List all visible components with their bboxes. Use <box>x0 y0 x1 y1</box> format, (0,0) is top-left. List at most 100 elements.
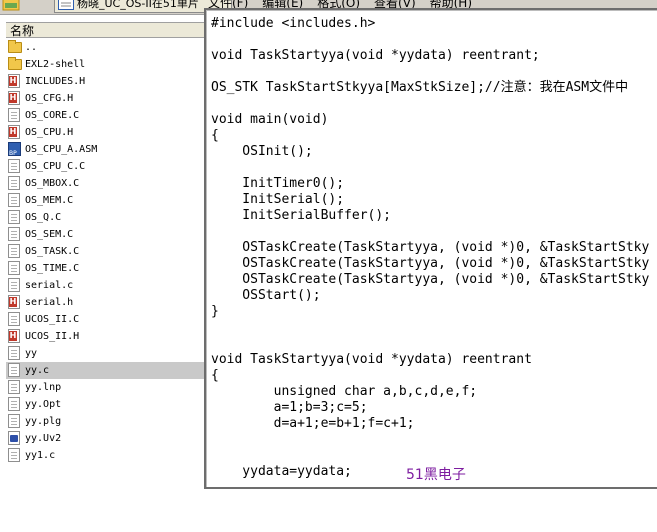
file-list-item[interactable]: OS_CPU_C.C <box>6 158 205 175</box>
file-name: OS_SEM.C <box>25 229 74 240</box>
code-line: #include <includes.h> <box>211 16 376 31</box>
code-line: OSInit(); <box>211 144 313 159</box>
code-line: InitSerial(); <box>211 192 345 207</box>
text-file-icon <box>8 380 20 394</box>
text-file-icon <box>8 261 20 275</box>
watermark-text: 51黑电子 <box>406 467 466 483</box>
file-name: yy <box>25 348 38 359</box>
text-file-icon <box>8 227 20 241</box>
file-name: OS_CFG.H <box>25 93 74 104</box>
text-file-icon <box>8 397 20 411</box>
asm-file-icon <box>8 142 21 162</box>
code-line: OSTaskCreate(TaskStartyya, (void *)0, &T… <box>211 256 650 271</box>
file-name: OS_CPU_C.C <box>25 161 86 172</box>
code-line: OS_STK TaskStartStkyya[MaxStkSize];//注意：… <box>211 80 629 95</box>
file-name: yy.lnp <box>25 382 62 393</box>
folder-icon <box>8 57 22 70</box>
file-name: serial.c <box>25 280 74 291</box>
file-name: OS_TASK.C <box>25 246 80 257</box>
file-list-item[interactable]: OS_Q.C <box>6 209 205 226</box>
code-line: { <box>211 368 219 383</box>
file-list-item[interactable]: yy.lnp <box>6 379 205 396</box>
text-file-icon <box>8 176 20 190</box>
file-list-item[interactable]: OS_CPU_A.ASM <box>6 141 205 162</box>
code-line: void main(void) <box>211 112 329 127</box>
text-file-icon <box>8 244 20 258</box>
file-list-item[interactable]: yy.Opt <box>6 396 205 413</box>
file-name: UCOS_II.C <box>25 314 80 325</box>
explorer-folder-icon[interactable] <box>2 0 20 12</box>
file-list-item[interactable]: OS_MBOX.C <box>6 175 205 192</box>
file-list-item[interactable]: yy.c <box>6 362 205 379</box>
file-list-item[interactable]: OS_CORE.C <box>6 107 205 124</box>
code-line: OSTaskCreate(TaskStartyya, (void *)0, &T… <box>211 240 650 255</box>
file-list-item[interactable]: OS_TIME.C <box>6 260 205 277</box>
code-line: } <box>211 304 219 319</box>
file-name: OS_CORE.C <box>25 110 80 121</box>
file-name: OS_CPU_A.ASM <box>25 144 98 155</box>
file-list-item[interactable]: INCLUDES.H <box>6 73 205 90</box>
file-name: OS_TIME.C <box>25 263 80 274</box>
code-line: d=a+1;e=b+1;f=c+1; <box>211 416 415 431</box>
text-file-icon <box>8 108 20 122</box>
code-line: void TaskStartyya(void *yydata) reentran… <box>211 48 540 63</box>
file-name: EXL2-shell <box>25 59 86 70</box>
file-list-item[interactable]: serial.c <box>6 277 205 294</box>
file-name: OS_Q.C <box>25 212 62 223</box>
text-file-icon <box>8 414 20 428</box>
file-list-item[interactable]: yy <box>6 345 205 362</box>
code-line: a=1;b=3;c=5; <box>211 400 368 415</box>
file-name: OS_MBOX.C <box>25 178 80 189</box>
header-file-icon <box>8 295 20 309</box>
file-list-item[interactable]: yy1.c <box>6 447 205 464</box>
text-file-icon <box>8 210 20 224</box>
text-file-icon <box>8 448 20 462</box>
column-header-name[interactable]: 名称 <box>6 22 205 38</box>
text-file-icon <box>8 193 20 207</box>
file-list-item[interactable]: OS_CFG.H <box>6 90 205 107</box>
header-file-icon <box>8 74 20 88</box>
file-list-item[interactable]: OS_SEM.C <box>6 226 205 243</box>
file-list: .. EXL2-shell INCLUDES.H OS_CFG.H OS_CORE.C O… <box>6 39 205 464</box>
file-name: yy.Uv2 <box>25 433 62 444</box>
file-list-item[interactable]: OS_CPU.H <box>6 124 205 141</box>
file-name: .. <box>25 42 38 53</box>
code-text-area[interactable]: #include <includes.h> void TaskStartyya(v… <box>211 16 649 480</box>
text-file-icon <box>8 346 20 360</box>
folder-icon <box>8 40 22 53</box>
code-line: OSTaskCreate(TaskStartyya, (void *)0, &T… <box>211 272 650 287</box>
uvision-file-icon <box>8 431 20 445</box>
header-file-icon <box>8 329 20 343</box>
file-list-item[interactable]: .. <box>6 39 205 56</box>
file-name: serial.h <box>25 297 74 308</box>
file-list-item[interactable]: OS_TASK.C <box>6 243 205 260</box>
header-file-icon <box>8 125 20 139</box>
file-name: yy.Opt <box>25 399 62 410</box>
file-list-item[interactable]: UCOS_II.C <box>6 311 205 328</box>
code-line: { <box>211 128 219 143</box>
file-name: yy.plg <box>25 416 62 427</box>
file-list-item[interactable]: serial.h <box>6 294 205 311</box>
code-line: InitSerialBuffer(); <box>211 208 392 223</box>
file-name: OS_CPU.H <box>25 127 74 138</box>
file-list-panel: 名称 .. EXL2-shell INCLUDES.H OS_CFG.H OS_CORE… <box>0 20 205 532</box>
file-list-item[interactable]: yy.plg <box>6 413 205 430</box>
file-list-item[interactable]: UCOS_II.H <box>6 328 205 345</box>
file-name: OS_MEM.C <box>25 195 74 206</box>
file-name: yy.c <box>25 365 50 376</box>
file-list-item[interactable]: yy.Uv2 <box>6 430 205 447</box>
file-list-item[interactable]: EXL2-shell <box>6 56 205 73</box>
code-line: InitTimer0(); <box>211 176 345 191</box>
file-name: yy1.c <box>25 450 56 461</box>
text-file-icon <box>8 363 20 377</box>
notepad-editor[interactable]: #include <includes.h> void TaskStartyya(v… <box>204 8 657 489</box>
file-list-item[interactable]: OS_MEM.C <box>6 192 205 209</box>
code-line: void TaskStartyya(void *yydata) reentran… <box>211 352 532 367</box>
